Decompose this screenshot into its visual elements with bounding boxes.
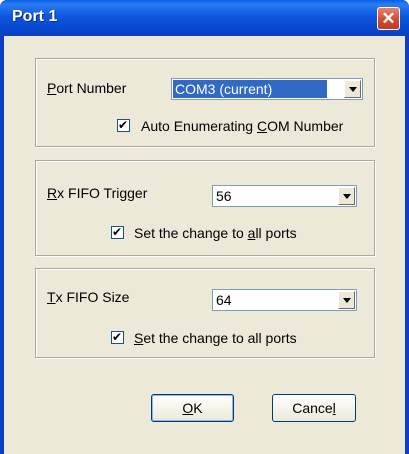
port-number-select[interactable]: COM3 (current)	[171, 78, 363, 100]
rx-set-all-ports-label[interactable]: Set the change to all ports	[134, 225, 297, 241]
tx-fifo-size-value: 64	[216, 292, 232, 308]
chevron-down-icon[interactable]	[338, 291, 355, 309]
auto-enumerating-label[interactable]: Auto Enumerating COM Number	[141, 118, 343, 134]
rx-fifo-trigger-label: Rx FIFO Trigger	[47, 185, 147, 201]
port-number-label-key: P	[47, 80, 57, 96]
cancel-button-key: l	[332, 400, 336, 416]
tx-fifo-size-select[interactable]: 64	[212, 289, 357, 311]
auto-enumerating-text-1: Auto Enumerating	[141, 118, 257, 134]
window-title: Port 1	[12, 8, 58, 25]
rx-set-all-ports-checkbox[interactable]	[111, 225, 124, 239]
auto-enumerating-checkbox[interactable]	[117, 118, 130, 132]
title-bar[interactable]: Port 1 ✕	[0, 0, 409, 36]
port-number-label-text: ort Number	[56, 80, 127, 96]
auto-enumerating-text-2: OM Number	[267, 118, 344, 134]
tx-fifo-size-label: Tx FIFO Size	[47, 289, 129, 305]
ok-button-key: O	[182, 400, 194, 416]
rx-fifo-trigger-value: 56	[216, 188, 232, 204]
port-number-value: COM3 (current)	[173, 80, 327, 98]
rx-fifo-trigger-label-key: R	[47, 185, 58, 201]
ok-button[interactable]: OK	[151, 394, 234, 422]
close-icon: ✕	[381, 9, 396, 28]
tx-fifo-size-label-key: T	[47, 289, 56, 305]
rx-set-all-text-2: ll ports	[255, 225, 297, 241]
auto-enumerating-key: C	[256, 118, 268, 134]
tx-set-all-key: S	[134, 330, 144, 346]
cancel-button-text: Cance	[292, 400, 333, 416]
rx-fifo-group	[35, 160, 375, 256]
chevron-down-icon[interactable]	[338, 187, 355, 205]
port-number-label: Port Number	[47, 80, 126, 96]
tx-fifo-size-label-text: x FIFO Size	[55, 289, 130, 305]
rx-fifo-trigger-select[interactable]: 56	[212, 185, 357, 207]
dialog-window: Port 1 ✕ Port Number COM3 (current) Auto…	[0, 0, 409, 454]
tx-set-all-text: et the change to all ports	[143, 330, 297, 346]
cancel-button[interactable]: Cancel	[272, 394, 356, 422]
rx-fifo-trigger-label-text: x FIFO Trigger	[57, 185, 148, 201]
close-button[interactable]: ✕	[377, 7, 400, 30]
rx-set-all-text-1: Set the change to	[134, 225, 248, 241]
chevron-down-icon[interactable]	[344, 80, 361, 98]
ok-button-text: K	[193, 400, 203, 416]
tx-set-all-ports-label[interactable]: Set the change to all ports	[134, 330, 297, 346]
tx-set-all-ports-checkbox[interactable]	[111, 330, 124, 344]
dialog-body: Port Number COM3 (current) Auto Enumerat…	[4, 36, 405, 454]
